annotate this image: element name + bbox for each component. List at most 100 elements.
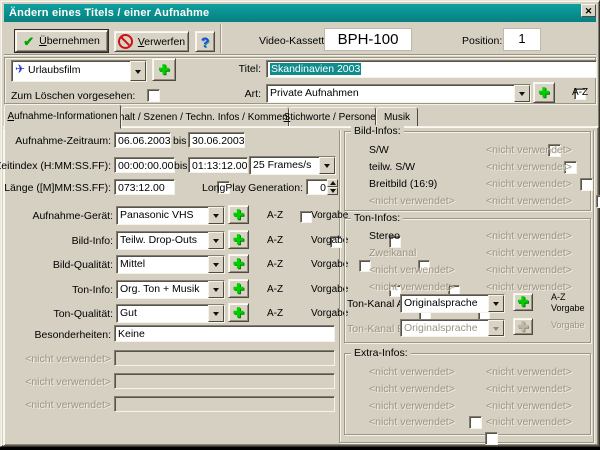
unused-label-1: <nicht verwendet>: [1, 353, 111, 365]
help-button[interactable]: ?: [195, 31, 215, 52]
close-icon: ✕: [585, 6, 593, 16]
generation-down-button[interactable]: [327, 187, 338, 195]
aufnahme-geraet-az-checkbox[interactable]: [300, 211, 312, 223]
ton-kanal-b-label: Ton-Kanal B:: [347, 323, 407, 335]
zeitraum-von-input[interactable]: 06.06.2003: [114, 132, 171, 148]
breitbild-label: Breitbild (16:9): [369, 178, 437, 190]
laenge-input[interactable]: 073:12.00: [114, 179, 175, 195]
chevron-down-icon[interactable]: [208, 281, 224, 298]
close-button[interactable]: ✕: [581, 4, 596, 17]
chevron-down-icon[interactable]: [488, 295, 504, 312]
generation-up-button[interactable]: [327, 179, 338, 187]
az-label: A-Z: [267, 210, 283, 221]
verwerfen-button[interactable]: Verwerfen: [114, 31, 189, 52]
unused-input-3: [114, 396, 335, 412]
delete-flag-checkbox[interactable]: [147, 89, 160, 102]
unused-label: <nicht verwendet>: [486, 230, 572, 242]
unused-label: <nicht verwendet>: [486, 416, 572, 428]
unused-label: <nicht verwendet>: [369, 400, 455, 412]
bild-info-dropdown[interactable]: Teilw. Drop-Outs: [116, 231, 225, 250]
cancel-icon: [118, 34, 133, 49]
unused-label: <nicht verwendet>: [486, 178, 572, 190]
unused-checkbox: [485, 432, 498, 445]
zeitraum-bis-input[interactable]: 30.06.2003: [188, 132, 245, 148]
add-category-button[interactable]: ✚: [152, 58, 176, 81]
zeitraum-label: Aufnahme-Zeitraum:: [1, 135, 111, 147]
uebernehmen-label: Übernehmen: [39, 35, 100, 47]
aufnahme-geraet-label: Aufnahme-Gerät:: [1, 210, 113, 222]
chevron-down-icon[interactable]: [319, 157, 335, 174]
unused-label-2: <nicht verwendet>: [1, 376, 111, 388]
aufnahme-geraet-dropdown[interactable]: Panasonic VHS: [116, 206, 225, 225]
ton-info-dropdown[interactable]: Org. Ton + Musik: [116, 280, 225, 299]
add-ton-info-button[interactable]: ✚: [228, 279, 249, 298]
chevron-down-icon[interactable]: [130, 61, 146, 81]
unused-label: <nicht verwendet>: [369, 195, 455, 207]
unused-label: <nicht verwendet>: [486, 366, 572, 378]
chevron-down-icon[interactable]: [514, 85, 530, 102]
help-icon: ?: [201, 34, 210, 50]
ton-qualitaet-dropdown[interactable]: Gut: [116, 304, 225, 323]
chevron-down-icon[interactable]: [208, 305, 224, 322]
uebernehmen-button[interactable]: ✔ Übernehmen: [15, 30, 108, 52]
bild-info-label: Bild-Info:: [1, 235, 113, 247]
airplane-icon: ✈: [15, 62, 25, 76]
vorgabe-label: Vorgabe: [311, 235, 348, 246]
add-art-button[interactable]: ✚: [533, 82, 555, 103]
az-label: A-Z: [267, 259, 283, 270]
tab-aufnahme-informationen[interactable]: Aufnahme-Informationen: [4, 104, 121, 129]
unused-input-2: [114, 373, 335, 389]
sw-label: S/W: [369, 144, 389, 156]
zeitindex-label: Zeitindex (H:MM:SS.FF):: [1, 160, 111, 172]
az-label: A-Z: [267, 308, 283, 319]
ton-infos-title: Ton-Infos:: [351, 212, 403, 224]
add-bild-info-button[interactable]: ✚: [228, 230, 249, 249]
add-bild-qualitaet-button[interactable]: ✚: [228, 254, 249, 273]
generation-label: Generation:: [231, 182, 303, 194]
breitbild-checkbox[interactable]: [580, 178, 593, 191]
add-ton-qualitaet-button[interactable]: ✚: [228, 303, 249, 322]
ton-kanal-a-label: Ton-Kanal A:: [347, 298, 407, 310]
category-dropdown[interactable]: ✈ Urlaubsfilm: [11, 60, 147, 82]
position-field[interactable]: 1: [503, 28, 541, 51]
besonderheiten-input[interactable]: Keine: [114, 325, 335, 342]
add-ton-kanal-a-button[interactable]: ✚: [513, 293, 533, 311]
chevron-down-icon[interactable]: [208, 207, 224, 224]
titel-input[interactable]: Skandinavien 2003: [266, 60, 597, 78]
extra-infos-title: Extra-Infos:: [351, 347, 411, 359]
framerate-dropdown[interactable]: 25 Frames/s: [249, 156, 336, 175]
unused-checkbox: [469, 416, 482, 429]
titel-label: Titel:: [201, 63, 261, 75]
titel-selected-text: Skandinavien 2003: [270, 63, 361, 75]
unused-label: <nicht verwendet>: [369, 264, 455, 276]
chevron-down-icon: [488, 320, 504, 336]
unused-label: <nicht verwendet>: [486, 247, 572, 259]
tab-inhalt-szenen[interactable]: Inhalt / Szenen / Techn. Infos / Komment…: [121, 107, 289, 128]
bild-infos-title: Bild-Infos:: [351, 125, 404, 137]
add-aufnahme-geraet-button[interactable]: ✚: [228, 205, 249, 224]
screen: Ändern eines Titels / einer Aufnahme ✕ ✔…: [0, 0, 600, 450]
check-icon: ✔: [23, 35, 34, 48]
zeitindex-von-input[interactable]: 00:00:00.00: [114, 157, 175, 173]
unused-label: <nicht verwendet>: [486, 264, 572, 276]
ton-kanal-a-dropdown[interactable]: Originalsprache: [400, 294, 505, 313]
titlebar: Ändern eines Titels / einer Aufnahme: [4, 4, 596, 22]
toolbar-divider: [4, 54, 596, 56]
unused-label: <nicht verwendet>: [486, 161, 572, 173]
position-label: Position:: [462, 35, 502, 47]
besonderheiten-label: Besonderheiten:: [1, 329, 111, 341]
video-kassette-field[interactable]: BPH-100: [324, 28, 412, 51]
chevron-down-icon[interactable]: [208, 232, 224, 249]
ton-kanal-b-vorgabe-label: Vorgabe: [551, 320, 585, 330]
art-dropdown[interactable]: Private Aufnahmen: [266, 84, 531, 103]
unused-checkbox: [596, 195, 600, 208]
teilw-sw-label: teilw. S/W: [369, 161, 415, 173]
bild-qualitaet-dropdown[interactable]: Mittel: [116, 255, 225, 274]
unused-label: <nicht verwendet>: [486, 383, 572, 395]
unused-input-1: [114, 350, 335, 366]
unused-label: <nicht verwendet>: [486, 400, 572, 412]
category-value: Urlaubsfilm: [28, 64, 81, 76]
zeitindex-bis-input[interactable]: 01:13:12.00: [188, 157, 248, 173]
chevron-down-icon[interactable]: [208, 256, 224, 273]
generation-input[interactable]: 0: [306, 179, 329, 195]
